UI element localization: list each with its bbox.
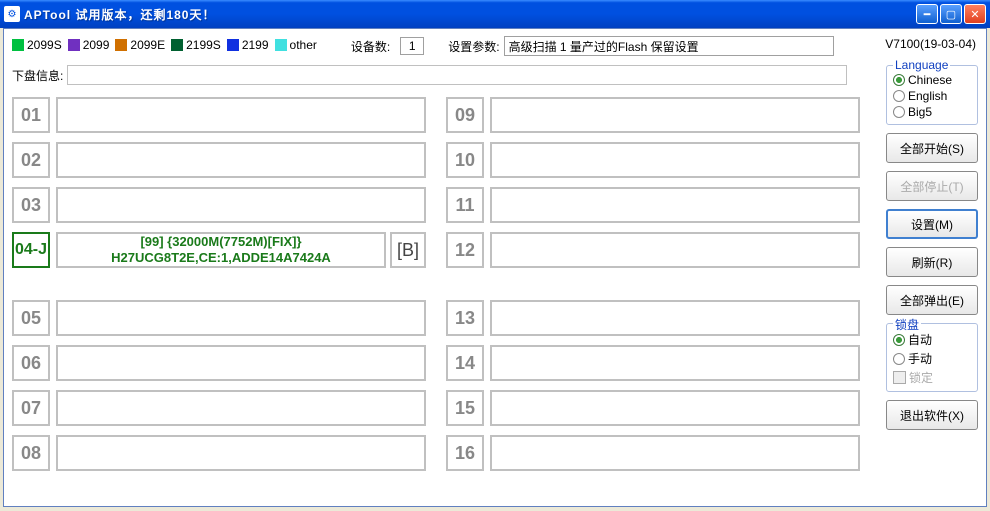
legend-item: 2099E [115, 38, 165, 52]
eject-all-button[interactable]: 全部弹出(E) [886, 285, 978, 315]
slot-content[interactable]: [99] {32000M(7752M)[FIX]} H27UCG8T2E,CE:… [56, 232, 386, 268]
device-count-value: 1 [400, 37, 424, 55]
slot-label: 04-J [12, 232, 50, 268]
window-title-bar: ⚙ APTool 试用版本，还剩180天！ ━ ▢ ✕ [0, 0, 990, 28]
legend-swatch [115, 39, 127, 51]
version-label: V7100(19-03-04) [885, 37, 976, 51]
exit-button[interactable]: 退出软件(X) [886, 400, 978, 430]
legend-item: 2099S [12, 38, 62, 52]
slot-content[interactable] [56, 300, 426, 336]
slot-content[interactable] [56, 345, 426, 381]
slot-line2: H27UCG8T2E,CE:1,ADDE14A7424A [111, 250, 331, 266]
slot-label: 06 [12, 345, 50, 381]
slot-suffix: [B] [390, 232, 426, 268]
slot-row: 03 [12, 187, 426, 223]
legend-swatch [171, 39, 183, 51]
disk-info-label: 下盘信息: [12, 67, 63, 84]
app-icon: ⚙ [4, 6, 20, 22]
slot-content[interactable] [56, 187, 426, 223]
slot-content[interactable] [490, 187, 860, 223]
slot-label: 10 [446, 142, 484, 178]
lock-checkbox: 锁定 [893, 368, 971, 387]
legend-label: 2199S [186, 38, 221, 52]
slot-label: 08 [12, 435, 50, 471]
legend-swatch [12, 39, 24, 51]
slot-content[interactable] [56, 97, 426, 133]
slot-row: 16 [446, 435, 860, 471]
slot-content[interactable] [490, 435, 860, 471]
top-toolbar: 2099S 2099 2099E 2199S 2199 other 设备数: 1 设置参数… [12, 35, 978, 57]
slot-label: 05 [12, 300, 50, 336]
slot-row: 06 [12, 345, 426, 381]
slot-row: 07 [12, 390, 426, 426]
start-all-button[interactable]: 全部开始(S) [886, 133, 978, 163]
slot-row: 05 [12, 300, 426, 336]
slot-row: 09 [446, 97, 860, 133]
slot-content[interactable] [490, 232, 860, 268]
slot-row: 11 [446, 187, 860, 223]
minimize-button[interactable]: ━ [916, 4, 938, 24]
slot-row: 13 [446, 300, 860, 336]
legend-item: 2199 [227, 38, 269, 52]
legend-label: 2199 [242, 38, 269, 52]
slot-row: 12 [446, 232, 860, 268]
refresh-button[interactable]: 刷新(R) [886, 247, 978, 277]
slot-row: 08 [12, 435, 426, 471]
params-value: 高级扫描 1 量产过的Flash 保留设置 [504, 36, 834, 56]
lockdisk-option[interactable]: 手动 [893, 349, 971, 368]
slot-content[interactable] [56, 142, 426, 178]
legend-label: 2099E [130, 38, 165, 52]
language-option[interactable]: Chinese [893, 72, 971, 88]
slot-label: 16 [446, 435, 484, 471]
language-group-title: Language [893, 58, 950, 72]
legend-item: 2199S [171, 38, 221, 52]
disk-info-box [67, 65, 847, 85]
legend-label: 2099 [83, 38, 110, 52]
slot-row: 02 [12, 142, 426, 178]
slot-content[interactable] [490, 142, 860, 178]
slot-label: 09 [446, 97, 484, 133]
slot-label: 12 [446, 232, 484, 268]
language-option[interactable]: English [893, 88, 971, 104]
slot-label: 01 [12, 97, 50, 133]
slot-content[interactable] [490, 390, 860, 426]
language-group: Language ChineseEnglishBig5 [886, 65, 978, 125]
lockdisk-group: 锁盘 自动手动 锁定 [886, 323, 978, 392]
close-button[interactable]: ✕ [964, 4, 986, 24]
slot-line1: [99] {32000M(7752M)[FIX]} [140, 234, 301, 250]
slot-label: 14 [446, 345, 484, 381]
slot-content[interactable] [490, 97, 860, 133]
settings-button[interactable]: 设置(M) [886, 209, 978, 239]
maximize-button[interactable]: ▢ [940, 4, 962, 24]
legend-swatch [68, 39, 80, 51]
slot-row: 14 [446, 345, 860, 381]
slot-content[interactable] [490, 345, 860, 381]
slot-label: 02 [12, 142, 50, 178]
legend-swatch [227, 39, 239, 51]
legend-swatch [275, 39, 287, 51]
slot-label: 15 [446, 390, 484, 426]
legend-label: other [290, 38, 317, 52]
slot-label: 11 [446, 187, 484, 223]
legend-item: other [275, 38, 317, 52]
slot-content[interactable] [490, 300, 860, 336]
window-title: APTool 试用版本，还剩180天！ [24, 6, 916, 23]
slot-row: 10 [446, 142, 860, 178]
device-count-label: 设备数: [351, 38, 390, 55]
slot-row: 01 [12, 97, 426, 133]
slot-label: 13 [446, 300, 484, 336]
legend-label: 2099S [27, 38, 62, 52]
legend-item: 2099 [68, 38, 110, 52]
language-option[interactable]: Big5 [893, 104, 971, 120]
set-params-label: 设置参数: [448, 38, 499, 55]
slot-label: 07 [12, 390, 50, 426]
slot-row: 04-J [99] {32000M(7752M)[FIX]} H27UCG8T2… [12, 232, 426, 268]
slot-label: 03 [12, 187, 50, 223]
slot-content[interactable] [56, 435, 426, 471]
slot-content[interactable] [56, 390, 426, 426]
stop-all-button: 全部停止(T) [886, 171, 978, 201]
lockdisk-group-title: 锁盘 [893, 316, 921, 333]
slot-row: 15 [446, 390, 860, 426]
